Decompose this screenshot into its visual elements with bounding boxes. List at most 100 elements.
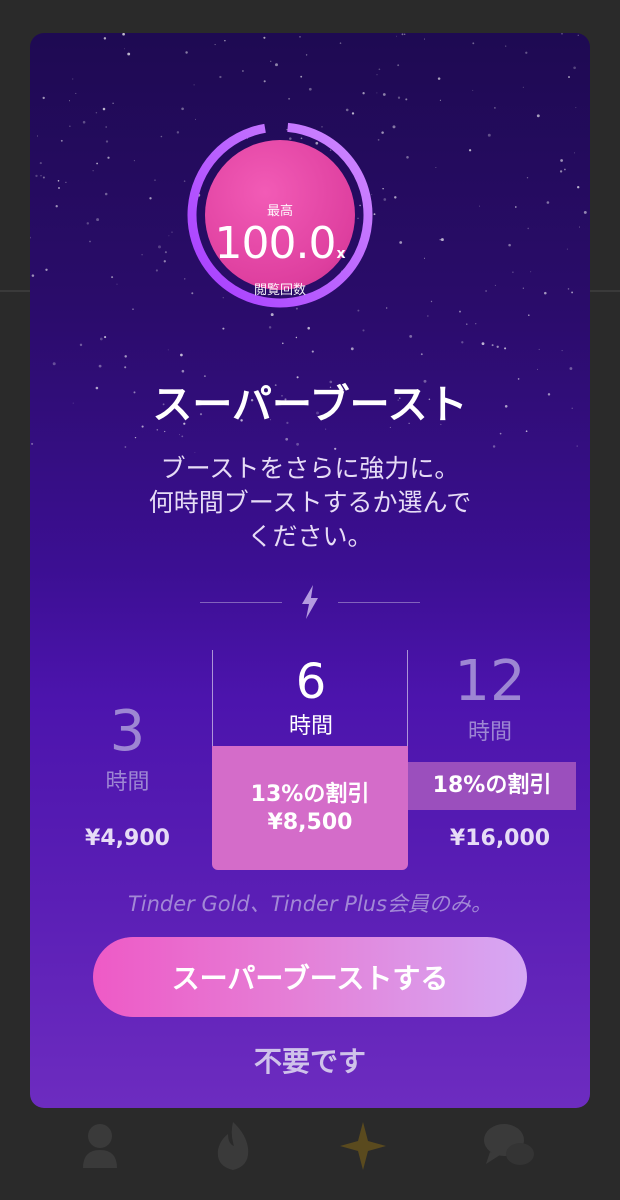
star [103, 37, 107, 40]
chat-icon[interactable] [480, 1118, 540, 1174]
star [42, 176, 45, 179]
star [522, 287, 524, 289]
star [566, 248, 568, 250]
star [382, 187, 384, 190]
star [528, 314, 530, 316]
star [307, 326, 310, 330]
star [396, 35, 397, 37]
star [171, 231, 173, 233]
star [546, 201, 550, 204]
star [263, 80, 266, 83]
star [568, 76, 570, 78]
star [42, 96, 45, 100]
star [487, 133, 491, 137]
star [571, 291, 574, 294]
star [305, 54, 308, 56]
star [154, 179, 156, 181]
star [132, 308, 134, 310]
star [92, 170, 94, 172]
option-3-hours-unit: 時間 [105, 770, 150, 795]
star [163, 260, 166, 263]
star [86, 222, 90, 225]
star [383, 198, 387, 201]
star [124, 48, 125, 50]
divider-left [200, 602, 282, 603]
option-6-hours-unit: 時間 [288, 714, 333, 739]
description-line-1: ブーストをさらに強力に。 [160, 454, 460, 483]
star [378, 68, 381, 71]
option-12-hours-discount-badge: 18%の割引 [408, 762, 576, 810]
profile-icon[interactable] [75, 1118, 125, 1174]
star [69, 125, 71, 127]
star [31, 442, 34, 445]
lightning-bolt-icon [302, 585, 318, 619]
star [35, 174, 38, 178]
star [158, 245, 161, 249]
star [525, 430, 528, 433]
star [89, 240, 91, 243]
star [133, 160, 135, 162]
star [57, 180, 60, 182]
star [377, 139, 380, 141]
star [350, 347, 354, 351]
star [39, 162, 42, 165]
star [394, 196, 397, 199]
option-6-hours-panel: 13%の割引 ¥8,500 [212, 746, 408, 870]
star [285, 437, 289, 441]
star [564, 168, 566, 171]
star [134, 436, 137, 439]
star [282, 342, 284, 345]
star [437, 77, 441, 80]
star [525, 51, 528, 54]
star [65, 181, 67, 184]
option-6-hours-value: 6 [295, 654, 327, 710]
star [479, 205, 480, 207]
super-boost-button[interactable]: スーパーブーストする [93, 937, 527, 1017]
no-thanks-button[interactable]: 不要です [0, 1040, 620, 1080]
option-12-hours[interactable]: 12 時間 [420, 650, 560, 746]
ring-value: 100.0x [205, 218, 355, 269]
star [472, 89, 474, 91]
star [111, 276, 114, 279]
star [164, 251, 167, 254]
option-3-hours[interactable]: 3 時間 [60, 700, 195, 796]
star [382, 93, 386, 96]
star [308, 87, 312, 91]
star [127, 52, 131, 56]
star [440, 238, 444, 242]
star [512, 271, 514, 273]
star [55, 205, 58, 208]
star [214, 44, 216, 46]
flame-icon[interactable] [208, 1118, 258, 1174]
star [423, 38, 426, 40]
star [499, 432, 502, 435]
star [494, 107, 496, 109]
star [180, 353, 183, 357]
star [381, 131, 384, 134]
star [60, 139, 63, 142]
star [124, 446, 127, 448]
star [561, 350, 563, 352]
star [299, 36, 301, 38]
star [504, 347, 507, 350]
star [241, 70, 244, 72]
star [141, 253, 143, 256]
star [270, 60, 272, 62]
members-only-note: Tinder Gold、Tinder Plus会員のみ。 [127, 892, 493, 916]
sparkle-icon[interactable] [338, 1118, 388, 1174]
star [409, 334, 413, 338]
star [168, 235, 170, 237]
star [75, 92, 77, 94]
star [98, 364, 102, 368]
option-6-hours[interactable]: 6 時間 13%の割引 ¥8,500 [212, 650, 408, 870]
star [577, 186, 580, 189]
star [334, 447, 337, 450]
star [270, 313, 274, 317]
option-6-hours-price: ¥8,500 [267, 810, 353, 835]
star [505, 45, 507, 47]
star [167, 349, 169, 351]
option-6-hours-discount: 13%の割引 [250, 782, 370, 807]
star [155, 269, 158, 272]
star [99, 337, 103, 341]
star [351, 112, 355, 115]
